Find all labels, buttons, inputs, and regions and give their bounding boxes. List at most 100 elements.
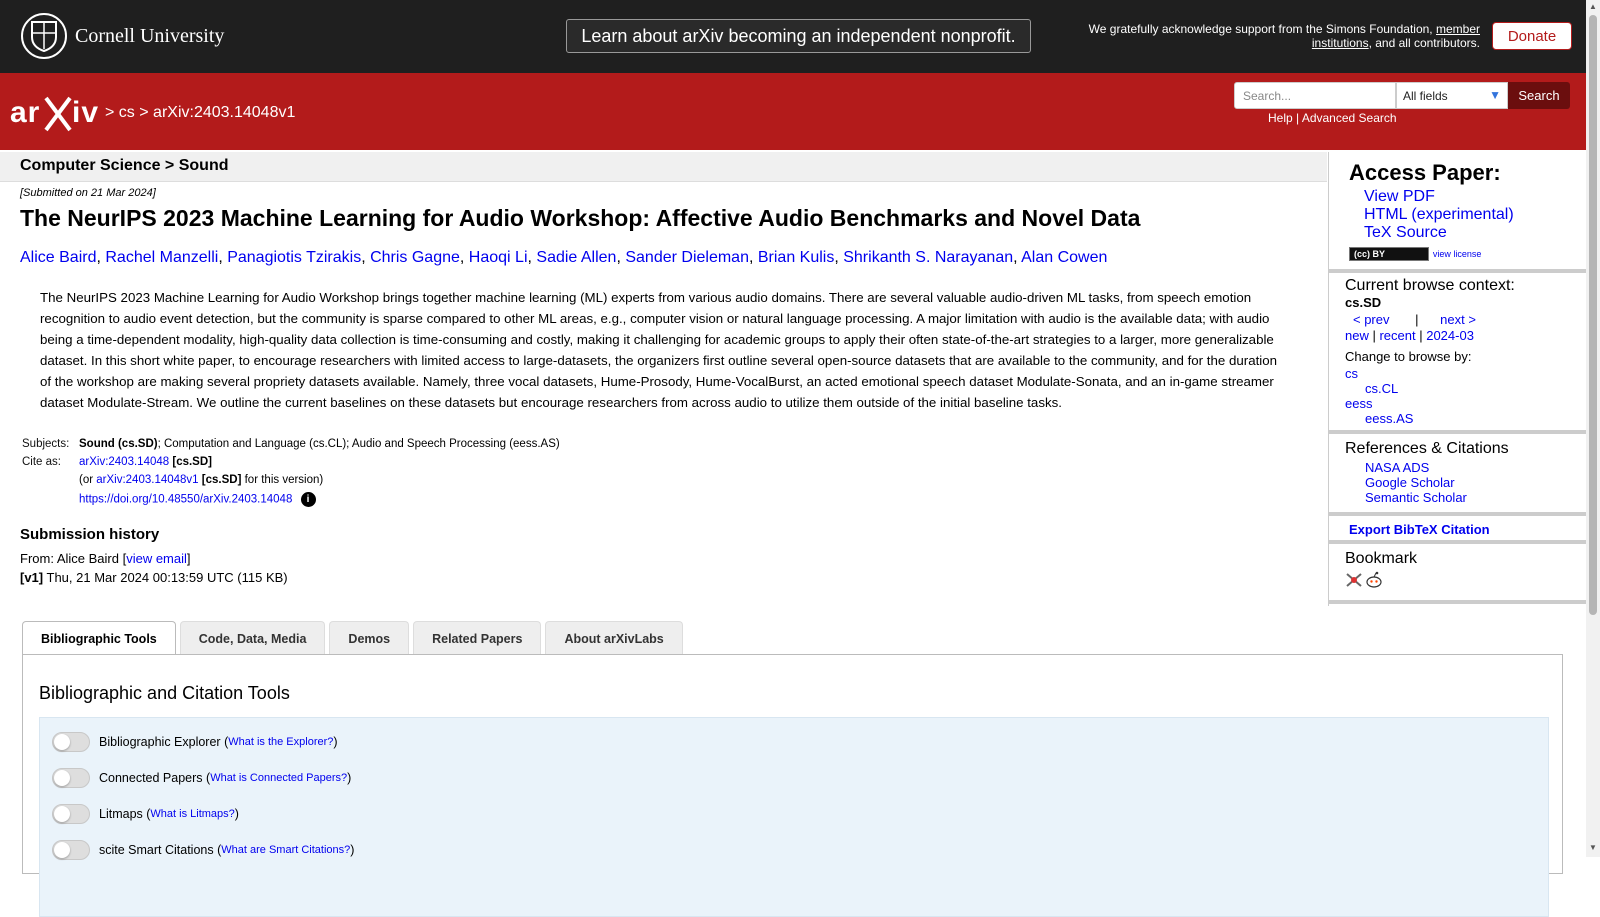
browse-cscl-link[interactable]: cs.CL [1345,381,1587,396]
bibliographic-explorer-toggle[interactable] [52,732,90,752]
month-link[interactable]: 2024-03 [1426,328,1474,343]
author-link[interactable]: Sadie Allen [536,249,616,266]
doi-link[interactable]: https://doi.org/10.48550/arXiv.2403.1404… [79,494,292,506]
bibliographic-tools-panel: Bibliographic and Citation Tools Bibliog… [22,654,1563,917]
cornell-seal-icon [21,13,67,59]
cite-or-prefix: (or [79,474,94,486]
author-link[interactable]: Haoqi Li [469,249,528,266]
scroll-thumb[interactable] [1589,15,1597,615]
author-link[interactable]: Panagiotis Tzirakis [227,249,361,266]
breadcrumb-paper-id: arXiv:2403.14048v1 [153,104,296,121]
primary-subject: Sound (cs.SD) [79,438,158,450]
scroll-up-icon[interactable]: ▲ [1589,2,1597,11]
scite-toggle[interactable] [52,840,90,860]
author-link[interactable]: Alan Cowen [1021,249,1107,266]
view-pdf-link[interactable]: View PDF [1364,188,1587,206]
tab-related-papers[interactable]: Related Papers [413,621,542,655]
search-button[interactable]: Search [1508,82,1570,109]
view-email-link[interactable]: view email [126,551,187,566]
tool-info-link[interactable]: What is the Explorer? [228,736,333,748]
references-box: References & Citations NASA ADS Google S… [1329,434,1587,516]
abstract: The NeurIPS 2023 Machine Learning for Au… [40,290,1278,410]
cite-id-link[interactable]: arXiv:2403.14048 [79,456,169,468]
help-separator: | [1296,111,1300,125]
support-prefix: We gratefully acknowledge support from t… [1088,22,1433,36]
author-link[interactable]: Alice Baird [20,249,96,266]
list-item: scite Smart Citations (What are Smart Ci… [52,840,354,860]
change-browse-label: Change to browse by: [1345,349,1472,364]
subject-heading: Computer Science > Sound [0,152,1327,182]
browse-cs-link[interactable]: cs [1345,366,1587,381]
version-v1: [v1] Thu, 21 Mar 2024 00:13:59 UTC (115 … [20,570,288,585]
svg-text:iv: iv [72,96,99,129]
connected-papers-toggle[interactable] [52,768,90,788]
tool-label: Connected Papers [99,771,203,785]
subjects-value: Sound (cs.SD); Computation and Language … [77,436,562,454]
arxiv-logo[interactable]: ar iv [10,94,102,142]
tool-info-link[interactable]: What are Smart Citations? [221,844,350,856]
recent-link[interactable]: recent [1379,328,1415,343]
author-link[interactable]: Chris Gagne [370,249,460,266]
submission-from-suffix: ] [186,551,191,566]
advanced-search-link[interactable]: Advanced Search [1302,111,1397,125]
search-field-select[interactable]: All fields ▼ [1396,82,1508,109]
reddit-icon[interactable] [1365,571,1383,589]
tab-bibliographic-tools[interactable]: Bibliographic Tools [22,621,176,656]
metadata-table: Subjects: Sound (cs.SD); Computation and… [20,436,562,511]
other-subjects: ; Computation and Language (cs.CL); Audi… [157,438,560,450]
tool-label: Bibliographic Explorer [99,735,221,749]
litmaps-toggle[interactable] [52,804,90,824]
export-bibtex-link[interactable]: Export BibTeX Citation [1349,522,1490,537]
browse-eess-link[interactable]: eess [1345,396,1587,411]
bib-tools-list: Bibliographic Explorer (What is the Expl… [39,717,1549,917]
bibsonomy-icon[interactable] [1345,571,1363,589]
tex-source-link[interactable]: TeX Source [1364,224,1587,242]
submission-from-prefix: From: Alice Baird [ [20,551,127,566]
cite-version-suffix: for this version) [244,474,324,486]
labs-tabs: Bibliographic Tools Code, Data, Media De… [22,621,683,656]
support-suffix: , and all contributors. [1368,36,1480,50]
prev-link[interactable]: < prev [1353,312,1390,327]
list-item: Connected Papers (What is Connected Pape… [52,768,351,788]
bookmark-box: Bookmark [1329,544,1587,604]
help-link[interactable]: Help [1268,111,1293,125]
tab-about-arxivlabs[interactable]: About arXivLabs [545,621,683,655]
semantic-scholar-link[interactable]: Semantic Scholar [1365,490,1587,505]
author-link[interactable]: Rachel Manzelli [105,249,218,266]
nasa-ads-link[interactable]: NASA ADS [1365,460,1587,475]
breadcrumb: > cs > arXiv:2403.14048v1 [105,104,295,122]
arxiv-logo-icon: ar iv [10,96,99,132]
author-link[interactable]: Sander Dieleman [625,249,749,266]
scroll-down-icon[interactable]: ▼ [1589,843,1597,852]
cc-by-license-badge[interactable]: (cc) BY [1349,247,1429,261]
breadcrumb-separator: > [105,104,115,121]
breadcrumb-cs-link[interactable]: cs [119,104,135,121]
browse-context-box: Current browse context: cs.SD < prev | n… [1329,273,1587,434]
view-license-link[interactable]: view license [1433,249,1482,259]
next-link[interactable]: next > [1440,312,1476,327]
author-link[interactable]: Shrikanth S. Narayanan [843,249,1013,266]
bookmark-heading: Bookmark [1345,550,1418,567]
browse-context-value: cs.SD [1345,295,1382,310]
info-icon[interactable]: i [300,492,316,507]
author-link[interactable]: Brian Kulis [758,249,834,266]
doi-row: https://doi.org/10.48550/arXiv.2403.1404… [77,490,562,511]
version-label[interactable]: [v1] [20,570,43,585]
new-link[interactable]: new [1345,328,1369,343]
cornell-logo[interactable]: Cornell University [21,13,224,59]
tool-label: Litmaps [99,807,143,821]
tool-info-link[interactable]: What is Connected Papers? [210,772,347,784]
page-scrollbar[interactable]: ▲ ▼ [1586,0,1600,857]
cite-version-link[interactable]: arXiv:2403.14048v1 [96,474,198,486]
list-item: Litmaps (What is Litmaps?) [52,804,239,824]
tab-demos[interactable]: Demos [329,621,410,655]
browse-eessas-link[interactable]: eess.AS [1345,411,1587,426]
google-scholar-link[interactable]: Google Scholar [1365,475,1587,490]
donate-button[interactable]: Donate [1492,22,1572,50]
html-experimental-link[interactable]: HTML (experimental) [1364,206,1587,224]
top-banner: Cornell University Learn about arXiv bec… [0,0,1600,73]
search-input[interactable]: Search... [1234,82,1396,109]
tool-info-link[interactable]: What is Litmaps? [150,808,234,820]
nonprofit-announcement-link[interactable]: Learn about arXiv becoming an independen… [566,19,1031,53]
tab-code-data-media[interactable]: Code, Data, Media [179,621,326,655]
